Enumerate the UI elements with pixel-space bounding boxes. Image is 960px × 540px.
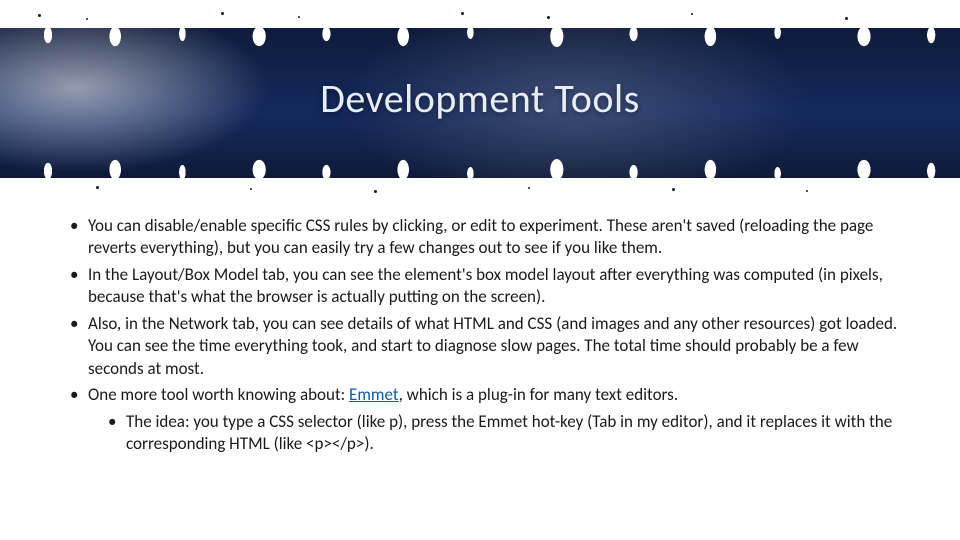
list-item-text: You can disable/enable specific CSS rule… — [88, 215, 873, 258]
list-item-text-after: , which is a plug-in for many text edito… — [399, 384, 679, 405]
title-banner: Development Tools — [0, 28, 960, 178]
list-item-text-before: One more tool worth knowing about: — [88, 384, 349, 405]
emmet-link[interactable]: Emmet — [349, 384, 399, 405]
list-item: The idea: you type a CSS selector (like … — [102, 411, 912, 456]
list-item-text: Also, in the Network tab, you can see de… — [88, 313, 897, 379]
slide-title: Development Tools — [0, 74, 960, 123]
list-item: In the Layout/Box Model tab, you can see… — [64, 264, 912, 309]
slide-body: You can disable/enable specific CSS rule… — [64, 215, 912, 459]
list-item: One more tool worth knowing about: Emmet… — [64, 384, 912, 455]
bullet-list: You can disable/enable specific CSS rule… — [64, 215, 912, 455]
list-item-text: The idea: you type a CSS selector (like … — [126, 411, 892, 454]
list-item-text: In the Layout/Box Model tab, you can see… — [88, 264, 883, 307]
list-item: You can disable/enable specific CSS rule… — [64, 215, 912, 260]
list-item: Also, in the Network tab, you can see de… — [64, 313, 912, 380]
nested-bullet-list: The idea: you type a CSS selector (like … — [88, 411, 912, 456]
